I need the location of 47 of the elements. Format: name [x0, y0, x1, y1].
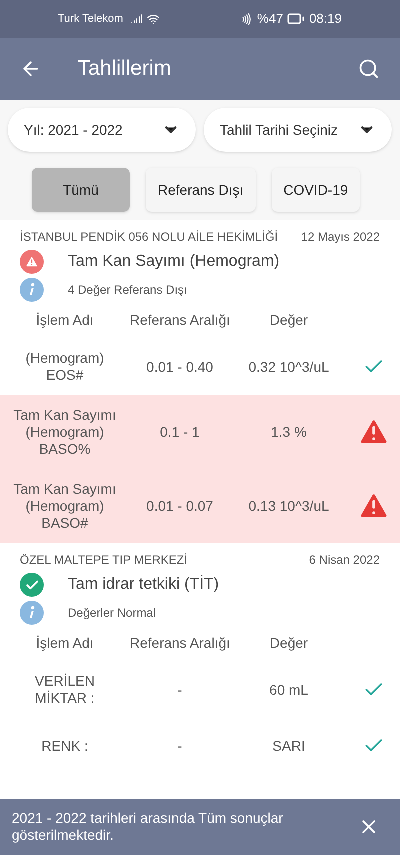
signal-icon: [131, 13, 144, 25]
reference-range: 0.01 - 0.07: [146, 496, 214, 516]
column-header: İşlem Adı: [35, 634, 95, 653]
info-icon: [20, 601, 44, 625]
reference-range: -: [176, 680, 184, 700]
reference-range: 0.01 - 0.40: [146, 358, 214, 376]
carrier-name: Turk Telekom: [58, 12, 124, 27]
test-name: VERİLEN MİKTAR :: [34, 673, 96, 707]
snackbar-message: 2021 - 2022 tarihleri arasında Tüm sonuçlar gösterilmektedir.: [12, 810, 284, 844]
test-title[interactable]: Tam idrar tetkiki (TİT): [68, 573, 220, 597]
warning-icon: [20, 250, 44, 274]
test-title[interactable]: Tam Kan Sayımı (Hemogram): [68, 250, 280, 274]
battery-percent: %47: [257, 10, 284, 28]
page-title: Tahlillerim: [78, 56, 172, 82]
search-icon[interactable]: [358, 58, 380, 80]
reference-range: -: [176, 736, 184, 756]
filter-tab[interactable]: Referans Dışı: [146, 168, 256, 212]
column-header: İşlem Adı: [35, 311, 95, 330]
clinic-name: İSTANBUL PENDİK 056 NOLU AİLE HEKİMLİĞİ: [20, 229, 278, 246]
reference-range: 0.1 - 1: [159, 422, 201, 442]
info-icon: [20, 278, 44, 302]
dropdown[interactable]: Yıl: 2021 - 2022: [8, 108, 196, 152]
result-summary: 4 Değer Referans Dışı: [68, 282, 188, 299]
test-name: (Hemogram) EOS#: [24, 350, 106, 384]
test-name: Tam Kan Sayımı (Hemogram) BASO#: [12, 480, 118, 532]
nfc-icon: [240, 12, 254, 26]
result-summary: Değerler Normal: [68, 605, 156, 622]
column-header: Referans Aralığı: [130, 311, 230, 330]
test-name: Tam Kan Sayımı (Hemogram) BASO%: [12, 406, 118, 458]
result-value: 0.32 10^3/uL: [248, 358, 330, 376]
dropdown[interactable]: Tahlil Tarihi Seçiniz: [204, 108, 392, 152]
result-value: SARI: [272, 736, 306, 756]
wifi-icon: [147, 12, 160, 26]
check-icon: [20, 573, 44, 597]
test-date: 12 Mayıs 2022: [301, 229, 380, 246]
clock: 08:19: [309, 10, 342, 28]
filter-tab[interactable]: Tümü: [32, 168, 130, 212]
column-header: Değer: [268, 634, 310, 653]
test-date: 6 Nisan 2022: [309, 552, 380, 569]
result-value: 60 mL: [268, 680, 310, 700]
filter-tab[interactable]: COVID-19: [272, 168, 360, 212]
column-header: Değer: [268, 311, 310, 330]
column-header: Referans Aralığı: [130, 634, 230, 653]
test-name: RENK :: [40, 738, 90, 754]
result-value: 1.3 %: [270, 422, 308, 442]
result-value: 0.13 10^3/uL: [248, 496, 330, 516]
clinic-name: ÖZEL MALTEPE TIP MERKEZİ: [20, 552, 188, 569]
